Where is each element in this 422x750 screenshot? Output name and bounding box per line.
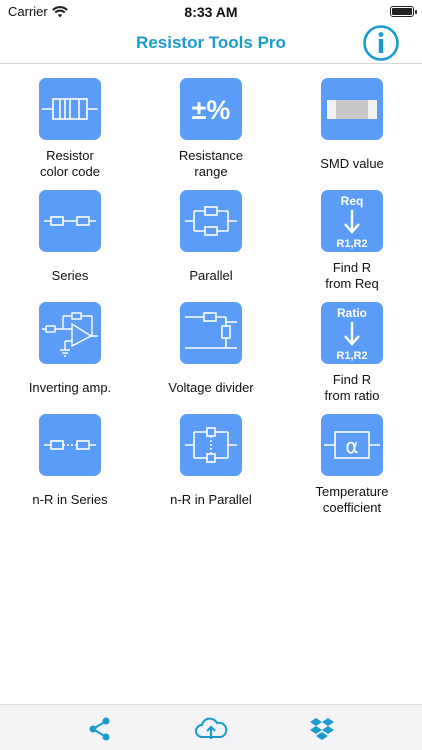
svg-text:Ratio: Ratio	[337, 306, 367, 320]
tool-label: Resistor color code	[40, 148, 100, 179]
series-resistors-icon	[39, 190, 101, 252]
cloud-upload-icon[interactable]	[194, 715, 228, 743]
battery-icon	[390, 6, 417, 17]
tool-smd-value[interactable]: SMD value	[282, 68, 422, 180]
tool-label: Inverting amp.	[28, 380, 112, 395]
svg-text:R1,R2: R1,R2	[336, 350, 367, 362]
n-resistors-series-icon	[39, 414, 101, 476]
resistor-color-code-icon	[39, 78, 101, 140]
dropbox-icon[interactable]	[308, 715, 336, 743]
bottom-toolbar	[0, 704, 422, 750]
status-time: 8:33 AM	[184, 4, 238, 20]
tool-label: SMD value	[320, 156, 384, 171]
tool-resistance-range[interactable]: ±% Resistance range	[141, 68, 281, 180]
tool-label: Resistance range	[178, 148, 244, 179]
tool-parallel[interactable]: Parallel	[141, 180, 281, 292]
find-r-from-ratio-icon: Ratio R1,R2	[321, 302, 383, 364]
svg-text:Req: Req	[341, 194, 364, 208]
tool-label: Temperature coefficient	[315, 484, 389, 515]
app-screen: Carrier 8:33 AM Resistor Tools Pro Resis…	[0, 0, 422, 750]
smd-resistor-icon	[321, 78, 383, 140]
tool-resistor-color-code[interactable]: Resistor color code	[0, 68, 140, 180]
tool-find-r-from-req[interactable]: Req R1,R2 Find R from Req	[282, 180, 422, 292]
n-resistors-parallel-icon	[180, 414, 242, 476]
navigation-bar: Resistor Tools Pro	[0, 24, 422, 64]
tool-temperature-coefficient[interactable]: α Temperature coefficient	[282, 404, 422, 516]
inverting-amplifier-icon	[39, 302, 101, 364]
tool-find-r-from-ratio[interactable]: Ratio R1,R2 Find R from ratio	[282, 292, 422, 404]
svg-text:R1,R2: R1,R2	[336, 238, 367, 250]
tool-label: Find R from Req	[325, 260, 379, 291]
tool-n-r-in-parallel[interactable]: n-R in Parallel	[141, 404, 281, 516]
tool-label: Voltage divider	[168, 380, 254, 395]
svg-text:±%: ±%	[192, 95, 231, 125]
voltage-divider-icon	[180, 302, 242, 364]
tool-voltage-divider[interactable]: Voltage divider	[141, 292, 281, 404]
temperature-coefficient-icon: α	[321, 414, 383, 476]
tool-n-r-in-series[interactable]: n-R in Series	[0, 404, 140, 516]
share-icon[interactable]	[86, 715, 114, 743]
tool-series[interactable]: Series	[0, 180, 140, 292]
page-title: Resistor Tools Pro	[136, 33, 286, 52]
tool-label: Series	[51, 268, 89, 283]
tool-label: n-R in Series	[32, 492, 108, 507]
svg-text:α: α	[345, 434, 358, 458]
status-bar: Carrier 8:33 AM	[0, 0, 422, 24]
tool-label: Parallel	[189, 268, 233, 283]
plus-minus-percent-icon: ±%	[180, 78, 242, 140]
info-icon[interactable]	[362, 24, 400, 62]
find-r-from-req-icon: Req R1,R2	[321, 190, 383, 252]
tool-label: n-R in Parallel	[170, 492, 252, 507]
parallel-resistors-icon	[180, 190, 242, 252]
tool-label: Find R from ratio	[324, 372, 380, 403]
tool-inverting-amp[interactable]: Inverting amp.	[0, 292, 140, 404]
